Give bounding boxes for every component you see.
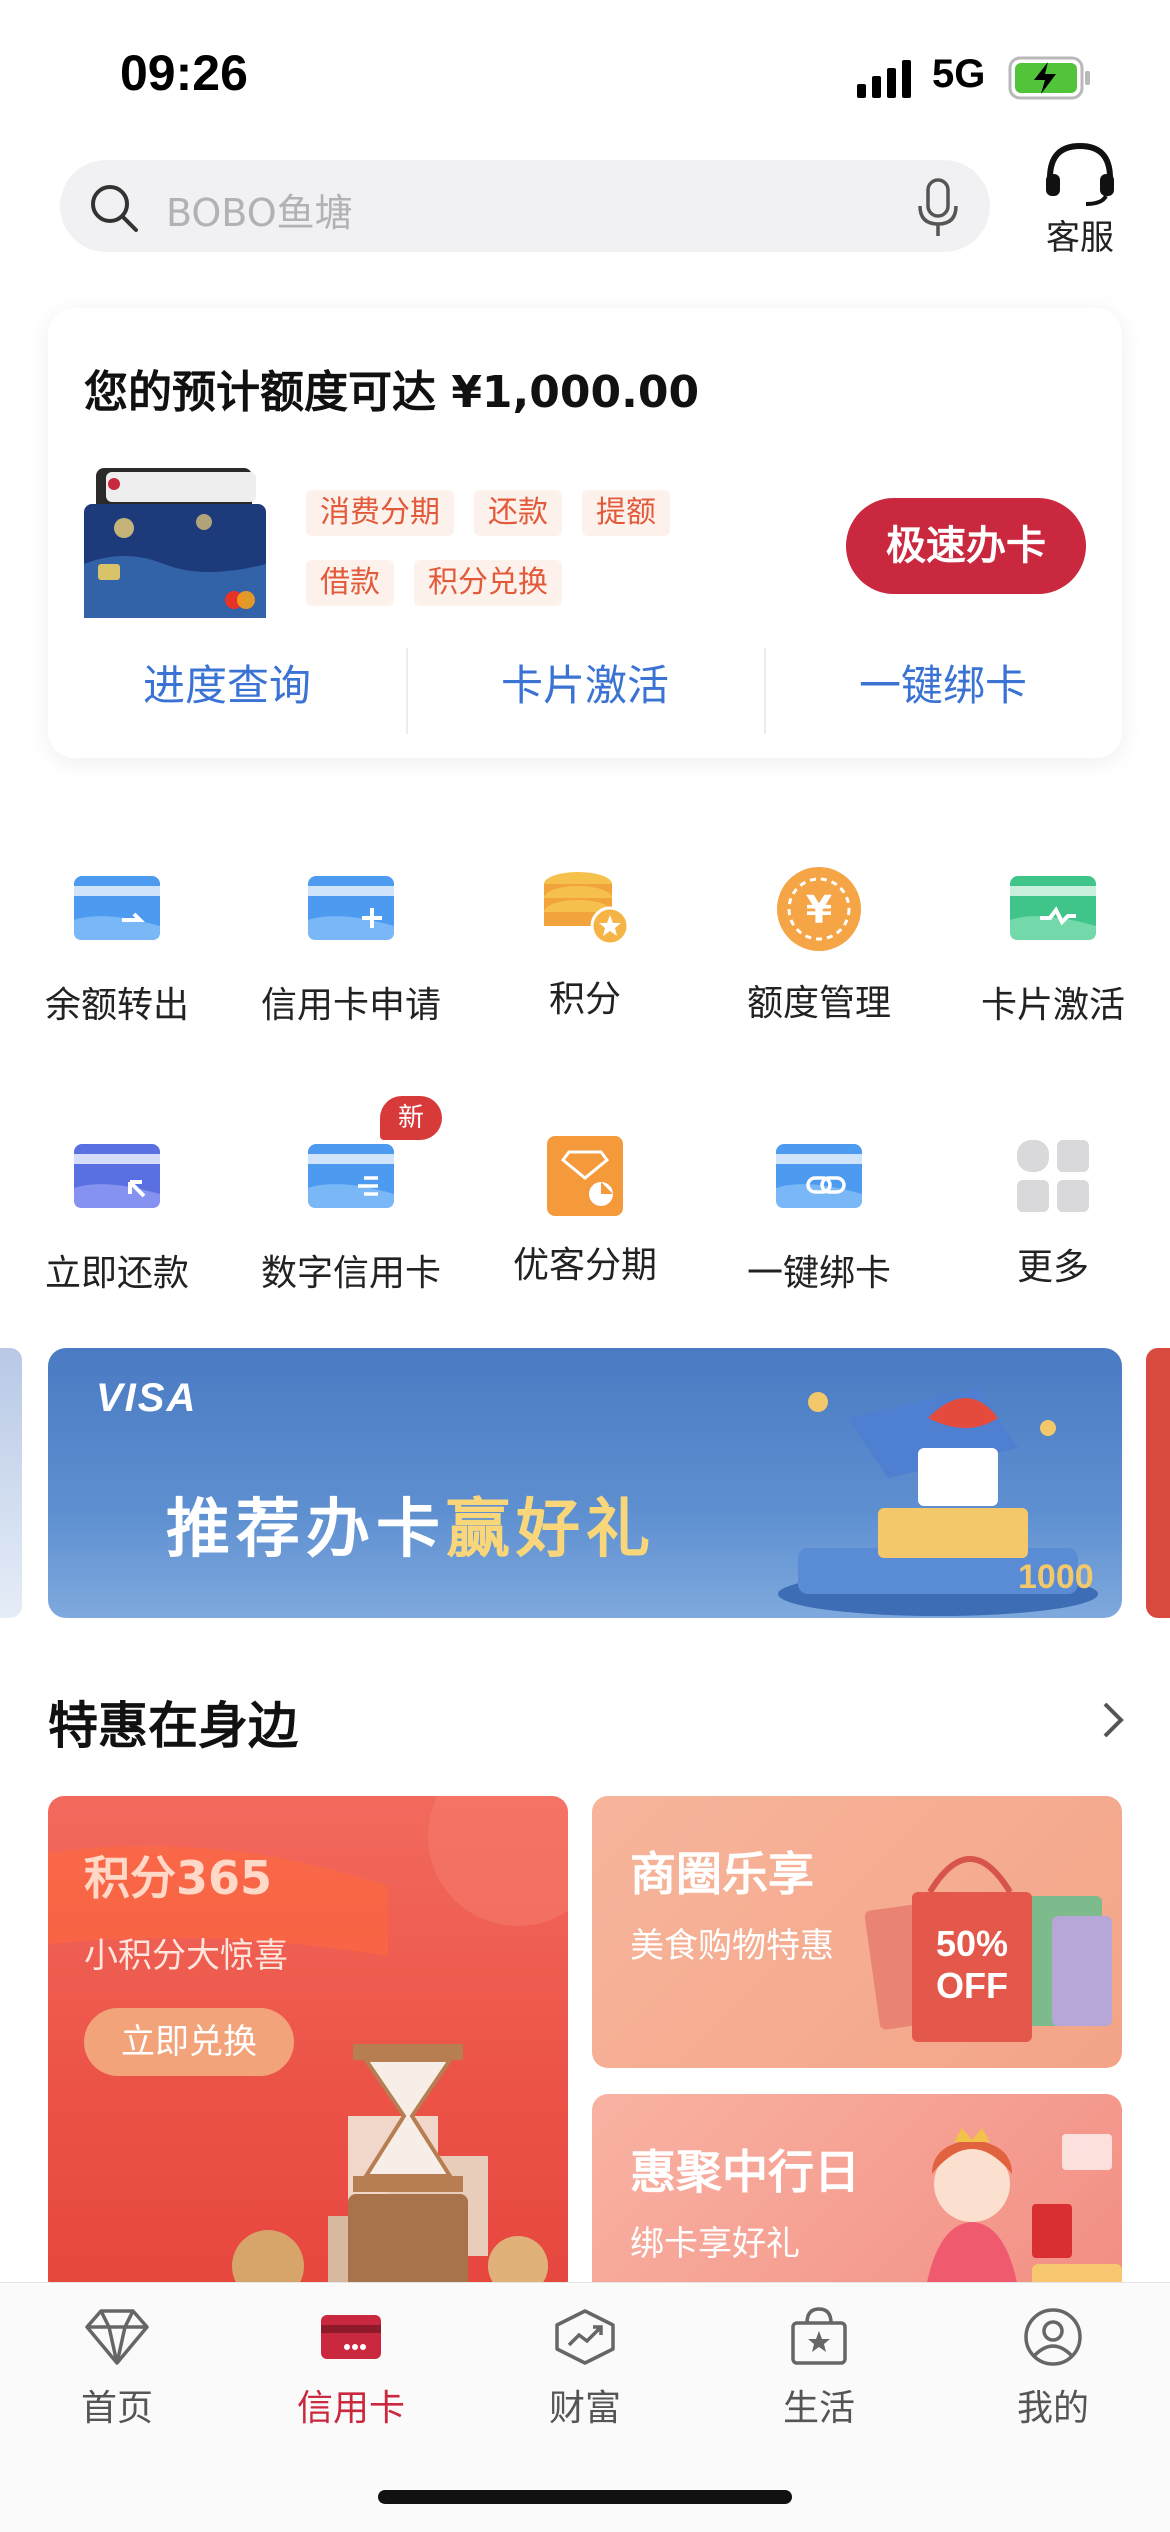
grid-card-apply[interactable]: 信用卡申请 [234,876,468,1028]
tag-points-exchange[interactable]: 积分兑换 [414,560,562,606]
status-time: 09:26 [120,45,248,101]
grid-label: 数字信用卡 [260,1253,441,1294]
svg-text:¥: ¥ [806,888,832,932]
progress-query-link[interactable]: 进度查询 [48,646,406,746]
chevron-right-icon[interactable] [1095,1700,1131,1740]
apply-card-button[interactable]: 极速办卡 [846,498,1086,594]
grid-label: 优客分期 [512,1245,657,1286]
grid-label: 积分 [548,979,621,1020]
digital-card-icon [308,1144,394,1208]
tab-home[interactable]: 首页 [0,2307,234,2431]
grid-label: 立即还款 [44,1253,189,1294]
promo-banner[interactable]: VISA 推荐办卡赢好礼 1000 [48,1348,1122,1618]
limit-management-icon: ¥ [777,867,861,951]
tab-mine[interactable]: 我的 [936,2307,1170,2431]
promo-points-title: 积分365 [84,1851,273,1905]
tab-label: 首页 [80,2388,153,2429]
grid-bind-card[interactable]: 一键绑卡 [702,1144,936,1296]
sale-percent: 50% [936,1923,1008,1964]
bind-card-icon [776,1144,862,1208]
new-badge: 新 [380,1096,442,1140]
user-profile-icon [1024,2308,1082,2366]
grid-digital-card[interactable]: 数字信用卡 [234,1144,468,1296]
installment-icon [547,1136,623,1216]
credit-card-panel: 您的预计额度可达 ¥1,000.00 消费分期 还款 提额 借款 积分兑换 极速… [48,308,1122,758]
grid-repay-now[interactable]: 立即还款 [0,1144,234,1296]
card-activation-link[interactable]: 卡片激活 [406,646,764,746]
home-indicator[interactable] [378,2490,792,2504]
section-title: 特惠在身边 [48,1697,298,1755]
coins-star-icon [544,872,628,944]
grid-installment[interactable]: 优客分期 [468,1136,702,1288]
search-placeholder: BOBO鱼塘 [166,191,353,235]
signal-icon [857,60,911,98]
promo-points-subtitle: 小积分大惊喜 [84,1936,288,1976]
card-activation-icon [1010,876,1096,940]
battery-charging-icon [1008,56,1090,100]
promo-boc-day-title: 惠聚中行日 [630,2145,860,2199]
bind-card-link[interactable]: 一键绑卡 [764,646,1122,746]
credit-limit-title: 您的预计额度可达 ¥1,000.00 [84,367,700,418]
shopping-bags-illustration: 50% OFF [864,1856,1112,2042]
banner-headline: 推荐办卡赢好礼 [166,1493,656,1567]
grid-label: 信用卡申请 [260,985,441,1026]
tag-repay[interactable]: 还款 [474,490,562,536]
panel-links: 进度查询 卡片激活 一键绑卡 [48,646,1122,746]
banner-prev-peek [0,1348,22,1618]
promo-shopping-title: 商圈乐享 [630,1847,814,1901]
grid-card-activation[interactable]: 卡片激活 [936,876,1170,1028]
balance-transfer-icon [74,876,160,940]
tag-raise-limit[interactable]: 提额 [582,490,670,536]
search-bar[interactable]: BOBO鱼塘 [60,160,990,252]
gift-box-illustration: 1000 [778,1388,1098,1616]
promo-boc-day-subtitle: 绑卡享好礼 [630,2224,800,2264]
grid-label: 更多 [1016,1247,1089,1288]
promo-points-card[interactable]: 积分365 小积分大惊喜 立即兑换 [48,1796,568,2296]
redeem-now-button[interactable]: 立即兑换 [84,2008,294,2076]
grid-label: 余额转出 [44,985,189,1026]
network-type: 5G [932,52,986,96]
grid-more[interactable]: 更多 [936,1138,1170,1290]
card-apply-icon [308,876,394,940]
tag-installment[interactable]: 消费分期 [306,490,454,536]
trend-chart-icon [555,2309,615,2365]
tab-credit-card[interactable]: 信用卡 [234,2307,468,2431]
promo-shopping-card[interactable]: 50% OFF 商圈乐享 美食购物特惠 [592,1796,1122,2068]
tab-label: 财富 [548,2388,621,2429]
tab-life[interactable]: 生活 [702,2307,936,2431]
customer-service-button[interactable]: 客服 [1030,140,1130,260]
microphone-icon[interactable] [915,178,961,238]
credit-card-image [84,468,266,618]
service-label: 客服 [1046,218,1114,258]
grid-balance-transfer[interactable]: 余额转出 [0,876,234,1028]
repay-icon [74,1144,160,1208]
banner-next-peek [1146,1348,1170,1618]
search-icon [91,185,138,232]
sale-off: OFF [936,1965,1008,2006]
grid-limit-management[interactable]: ¥ 额度管理 [702,866,936,1026]
svg-text:1000: 1000 [1018,1558,1094,1596]
tag-loan[interactable]: 借款 [306,560,394,606]
grid-label: 一键绑卡 [746,1253,891,1294]
grid-label: 卡片激活 [980,985,1125,1026]
promo-boc-day-card[interactable]: 惠聚中行日 绑卡享好礼 [592,2094,1122,2314]
tab-label: 我的 [1016,2388,1089,2429]
grid-points[interactable]: 积分 [468,870,702,1022]
headset-icon [1046,142,1114,206]
grid-label: 额度管理 [746,983,891,1024]
credit-card-icon [321,2315,381,2359]
diamond-icon [85,2309,149,2365]
tab-label: 生活 [782,2388,855,2429]
more-grid-icon [1017,1140,1089,1212]
tab-label: 信用卡 [296,2388,405,2429]
tab-wealth[interactable]: 财富 [468,2307,702,2431]
shopping-bag-icon [791,2307,847,2365]
promo-shopping-subtitle: 美食购物特惠 [630,1926,834,1966]
visa-logo: VISA [96,1376,198,1420]
